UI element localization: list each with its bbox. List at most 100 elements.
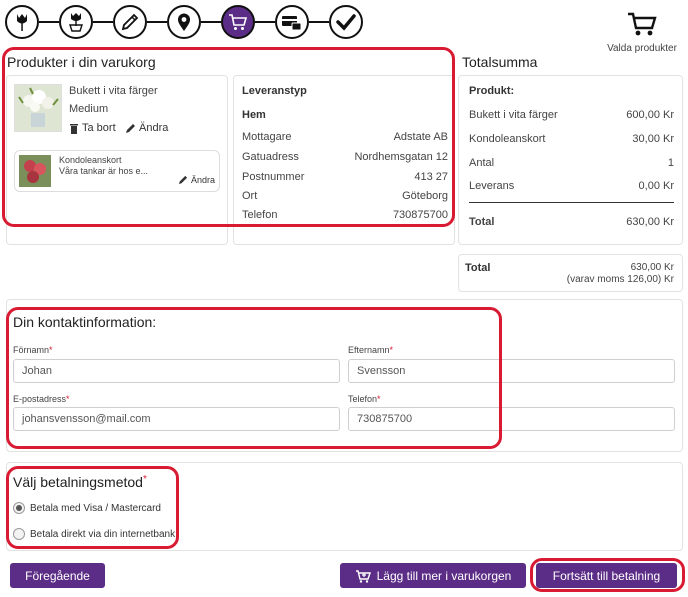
step-connector [147,21,167,23]
cart-icon [628,12,657,36]
lastname-label: Efternamn* [348,345,393,355]
summary-row-label: Bukett i vita färger [469,109,558,121]
summary-total-label: Total [469,216,495,228]
summary-row-label: Kondoleanskort [469,133,546,145]
contact-title: Din kontaktinformation: [13,314,157,330]
delivery-row-value: Göteborg [402,190,448,202]
summary-row: Antal 1 [469,157,674,169]
delivery-row-label: Telefon [242,209,278,221]
delivery-type: Hem [242,109,266,121]
delivery-row-value: Nordhemsgatan 12 [354,151,448,163]
step-connector [201,21,221,23]
summary-title: Totalsumma [462,54,538,70]
summary-row-value: 30,00 Kr [632,133,674,145]
product-name: Bukett i vita färger [69,85,158,97]
summary-product-heading: Produkt: [469,85,515,97]
summary-card: Produkt: Bukett i vita färger 600,00 Kr K… [458,75,683,245]
firstname-label: Förnamn* [13,345,53,355]
summary-total-row: Total 630,00 Kr [469,216,674,228]
delivery-row: Gatuadress Nordhemsgatan 12 [242,151,448,163]
required-mark: * [377,394,381,404]
delivery-row: Mottagare Adstate AB [242,131,448,143]
grand-total-label: Total [465,262,491,274]
previous-button[interactable]: Föregående [10,563,105,588]
delivery-row: Ort Göteborg [242,190,448,202]
payment-option-bank-label: Betala direkt via din internetbank [30,528,176,540]
remove-product-link[interactable]: Ta bort [69,122,116,134]
delivery-row-value: 730875700 [392,209,448,221]
step-connector [39,21,59,23]
step-location[interactable] [167,5,201,39]
map-pin-icon [178,13,190,31]
phone-field[interactable]: 730875700 [348,407,675,431]
step-cart[interactable] [221,5,255,39]
phone-label-text: Telefon [348,394,378,404]
cart-plus-icon [355,569,371,583]
step-pencil[interactable] [113,5,147,39]
add-more-button[interactable]: Lägg till mer i varukorgen [340,563,526,588]
summary-row-label: Antal [469,157,495,169]
pencil-icon [121,13,139,31]
payment-option-card-label: Betala med Visa / Mastercard [30,502,161,514]
step-payment[interactable] [275,5,309,39]
summary-row-value: 600,00 Kr [626,109,674,121]
delivery-row-value: Adstate AB [393,131,448,143]
delivery-row-label: Ort [242,190,258,202]
pencil-icon [178,175,188,185]
delivery-row-value: 413 27 [414,171,448,183]
tulip-basket-icon [69,13,83,32]
step-tulip-basket[interactable] [59,5,93,39]
required-mark: * [142,474,147,485]
cart-icon [229,14,248,30]
summary-row-label: Leverans [469,180,515,192]
step-confirm[interactable] [329,5,363,39]
edit-product-link[interactable]: Ändra [125,122,168,134]
delivery-row-label: Postnummer [242,171,305,183]
step-connector [255,21,275,23]
lastname-field[interactable]: Svensson [348,359,675,383]
pencil-icon [126,123,135,133]
lastname-label-text: Efternamn [348,345,390,355]
vat-note: (varav moms 126,00) Kr [566,274,674,285]
firstname-field[interactable]: Johan [13,359,340,383]
add-more-label: Lägg till mer i varukorgen [376,568,512,583]
selected-products-cart[interactable]: Valda produkter [602,10,682,54]
card-text: Våra tankar är hos e... [59,166,149,176]
summary-row: Kondoleanskort 30,00 Kr [469,133,674,145]
product-list-card: Bukett i vita färger Medium Ta bort Ändr… [6,75,228,245]
delivery-row-label: Gatuadress [242,151,299,163]
products-title: Produkter i din varukorg [7,54,156,70]
trash-icon [70,123,78,134]
delivery-card: Leveranstyp Hem Mottagare Adstate AB Gatu… [233,75,455,245]
card-item: Kondoleanskort Våra tankar är hos e... Ä… [14,150,220,192]
step-connector [309,21,329,23]
summary-row: Bukett i vita färger 600,00 Kr [469,109,674,121]
required-mark: * [66,394,70,404]
checkmark-icon [336,14,356,31]
tulip-icon [17,14,27,31]
summary-divider [469,202,674,203]
email-label: E-postadress* [13,394,70,404]
summary-row: Leverans 0,00 Kr [469,180,674,192]
checkout-steps [5,5,363,39]
bouquet-image [14,84,62,132]
firstname-label-text: Förnamn [13,345,50,355]
delivery-row: Postnummer 413 27 [242,171,448,183]
phone-label: Telefon* [348,394,381,404]
selected-products-label: Valda produkter [607,43,677,54]
email-field[interactable]: johansvensson@mail.com [13,407,340,431]
radio-selected[interactable] [13,502,25,514]
remove-label: Ta bort [82,122,116,134]
card-edit-label: Ändra [190,175,215,185]
radio-unselected[interactable] [13,528,25,540]
required-mark: * [49,345,53,355]
step-tulip[interactable] [5,5,39,39]
edit-card-link[interactable]: Ändra [178,175,215,185]
email-label-text: E-postadress [13,394,67,404]
edit-label: Ändra [139,122,169,134]
product-size: Medium [69,103,109,115]
payment-option-card[interactable]: Betala med Visa / Mastercard [13,502,161,514]
payment-option-bank[interactable]: Betala direkt via din internetbank [13,528,175,540]
card-name: Kondoleanskort [59,155,122,165]
continue-to-payment-button[interactable]: Fortsätt till betalning [536,563,677,588]
